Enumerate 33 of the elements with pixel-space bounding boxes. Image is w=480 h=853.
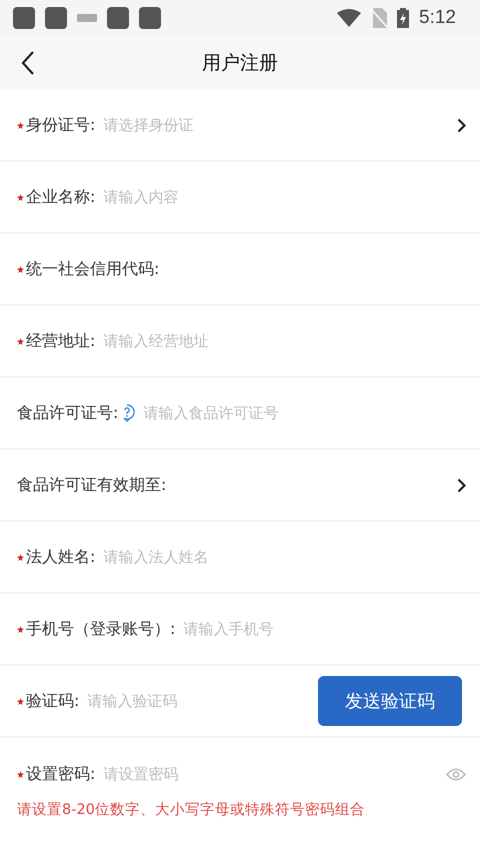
notification-icon bbox=[13, 7, 35, 29]
field-label: 食品许可证有效期至: bbox=[17, 474, 166, 496]
input-field[interactable]: 请输入手机号 bbox=[183, 620, 468, 638]
field-label: 手机号（登录账号）: bbox=[26, 618, 176, 640]
send-code-button[interactable]: 发送验证码 bbox=[318, 676, 462, 726]
input-field[interactable]: 请输入法人姓名 bbox=[103, 548, 468, 566]
notification-icon bbox=[139, 7, 161, 29]
field-label: 设置密码: bbox=[26, 764, 96, 784]
input-field[interactable]: 请输入经营地址 bbox=[103, 332, 468, 350]
password-hint: 请设置8-20位数字、大小写字母或特殊符号密码组合 bbox=[17, 800, 366, 819]
field-label: 身份证号: bbox=[26, 114, 96, 136]
status-time: 5:12 bbox=[419, 7, 456, 29]
notification-icon bbox=[107, 7, 129, 29]
field-label: 法人姓名: bbox=[26, 546, 96, 568]
page-title: 用户注册 bbox=[202, 51, 278, 76]
input-field[interactable]: 请输入验证码 bbox=[87, 692, 318, 710]
input-field[interactable]: 请输入食品许可证号 bbox=[143, 404, 468, 422]
input-field[interactable]: 请设置密码 bbox=[103, 765, 446, 783]
input-field[interactable]: 请输入内容 bbox=[103, 188, 468, 206]
wifi-icon bbox=[337, 9, 362, 27]
back-icon[interactable] bbox=[21, 51, 35, 75]
field-label: 验证码: bbox=[26, 690, 80, 712]
chevron-right-icon[interactable] bbox=[457, 118, 466, 132]
battery-icon bbox=[397, 8, 410, 28]
no-sim-icon bbox=[371, 8, 388, 28]
chevron-right-icon[interactable] bbox=[457, 478, 466, 492]
field-label: 统一社会信用代码: bbox=[26, 258, 160, 280]
input-field[interactable]: 请选择身份证 bbox=[103, 116, 457, 134]
field-label: 经营地址: bbox=[26, 330, 96, 352]
field-label: 企业名称: bbox=[26, 186, 96, 208]
notification-icon bbox=[45, 7, 67, 29]
field-label: 食品许可证号: bbox=[17, 402, 118, 424]
keyboard-icon bbox=[77, 13, 97, 23]
